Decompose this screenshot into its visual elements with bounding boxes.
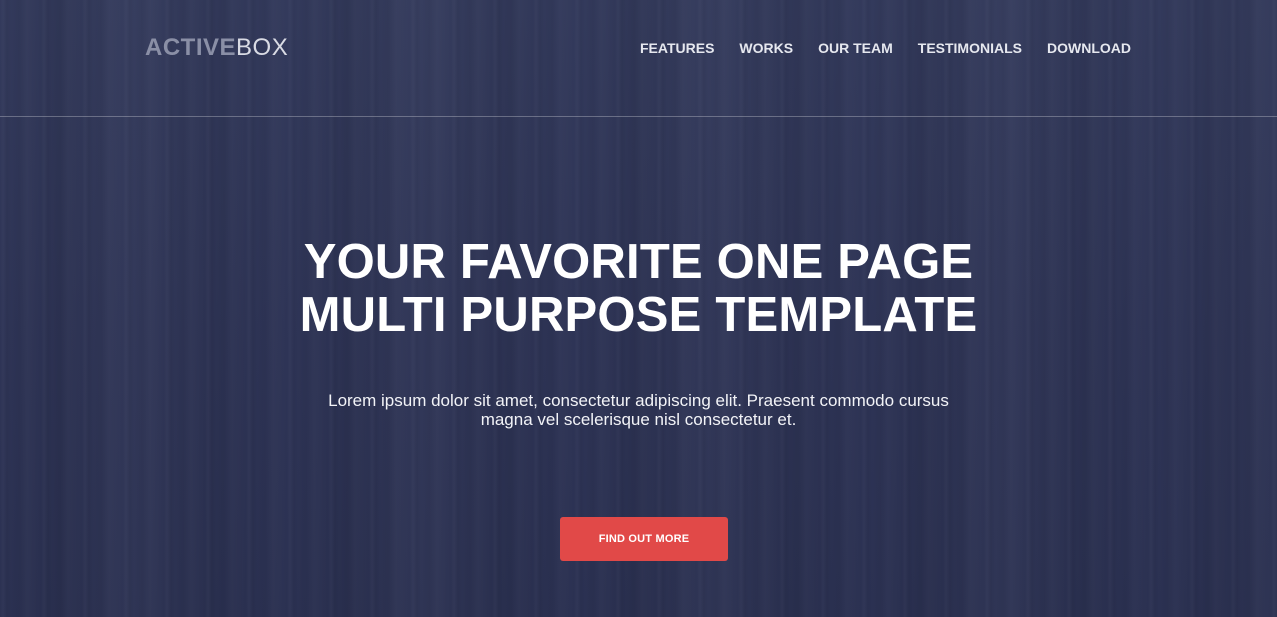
nav-link-download[interactable]: DOWNLOAD — [1047, 39, 1131, 57]
logo[interactable]: ACTIVEBOX — [145, 34, 288, 62]
site-header: ACTIVEBOX FEATURES WORKS OUR TEAM TESTIM… — [0, 0, 1277, 117]
hero-subtitle-line-1: Lorem ipsum dolor sit amet, consectetur … — [328, 391, 949, 410]
nav-link-works[interactable]: WORKS — [739, 39, 793, 57]
find-out-more-button[interactable]: FIND OUT MORE — [560, 517, 728, 561]
hero-title: YOUR FAVORITE ONE PAGE MULTI PURPOSE TEM… — [0, 236, 1277, 342]
hero-subtitle-line-2: magna vel scelerisque nisl consectetur e… — [480, 410, 797, 429]
main-nav: FEATURES WORKS OUR TEAM TESTIMONIALS DOW… — [640, 39, 1131, 57]
nav-link-features[interactable]: FEATURES — [640, 39, 714, 57]
logo-bold-text: ACTIVE — [145, 34, 237, 61]
hero-title-line-2: MULTI PURPOSE TEMPLATE — [299, 288, 978, 342]
logo-light-text: BOX — [236, 34, 289, 61]
hero-subtitle: Lorem ipsum dolor sit amet, consectetur … — [0, 391, 1277, 429]
hero-title-line-1: YOUR FAVORITE ONE PAGE — [303, 235, 974, 289]
nav-link-testimonials[interactable]: TESTIMONIALS — [918, 39, 1022, 57]
nav-link-our-team[interactable]: OUR TEAM — [818, 39, 893, 57]
